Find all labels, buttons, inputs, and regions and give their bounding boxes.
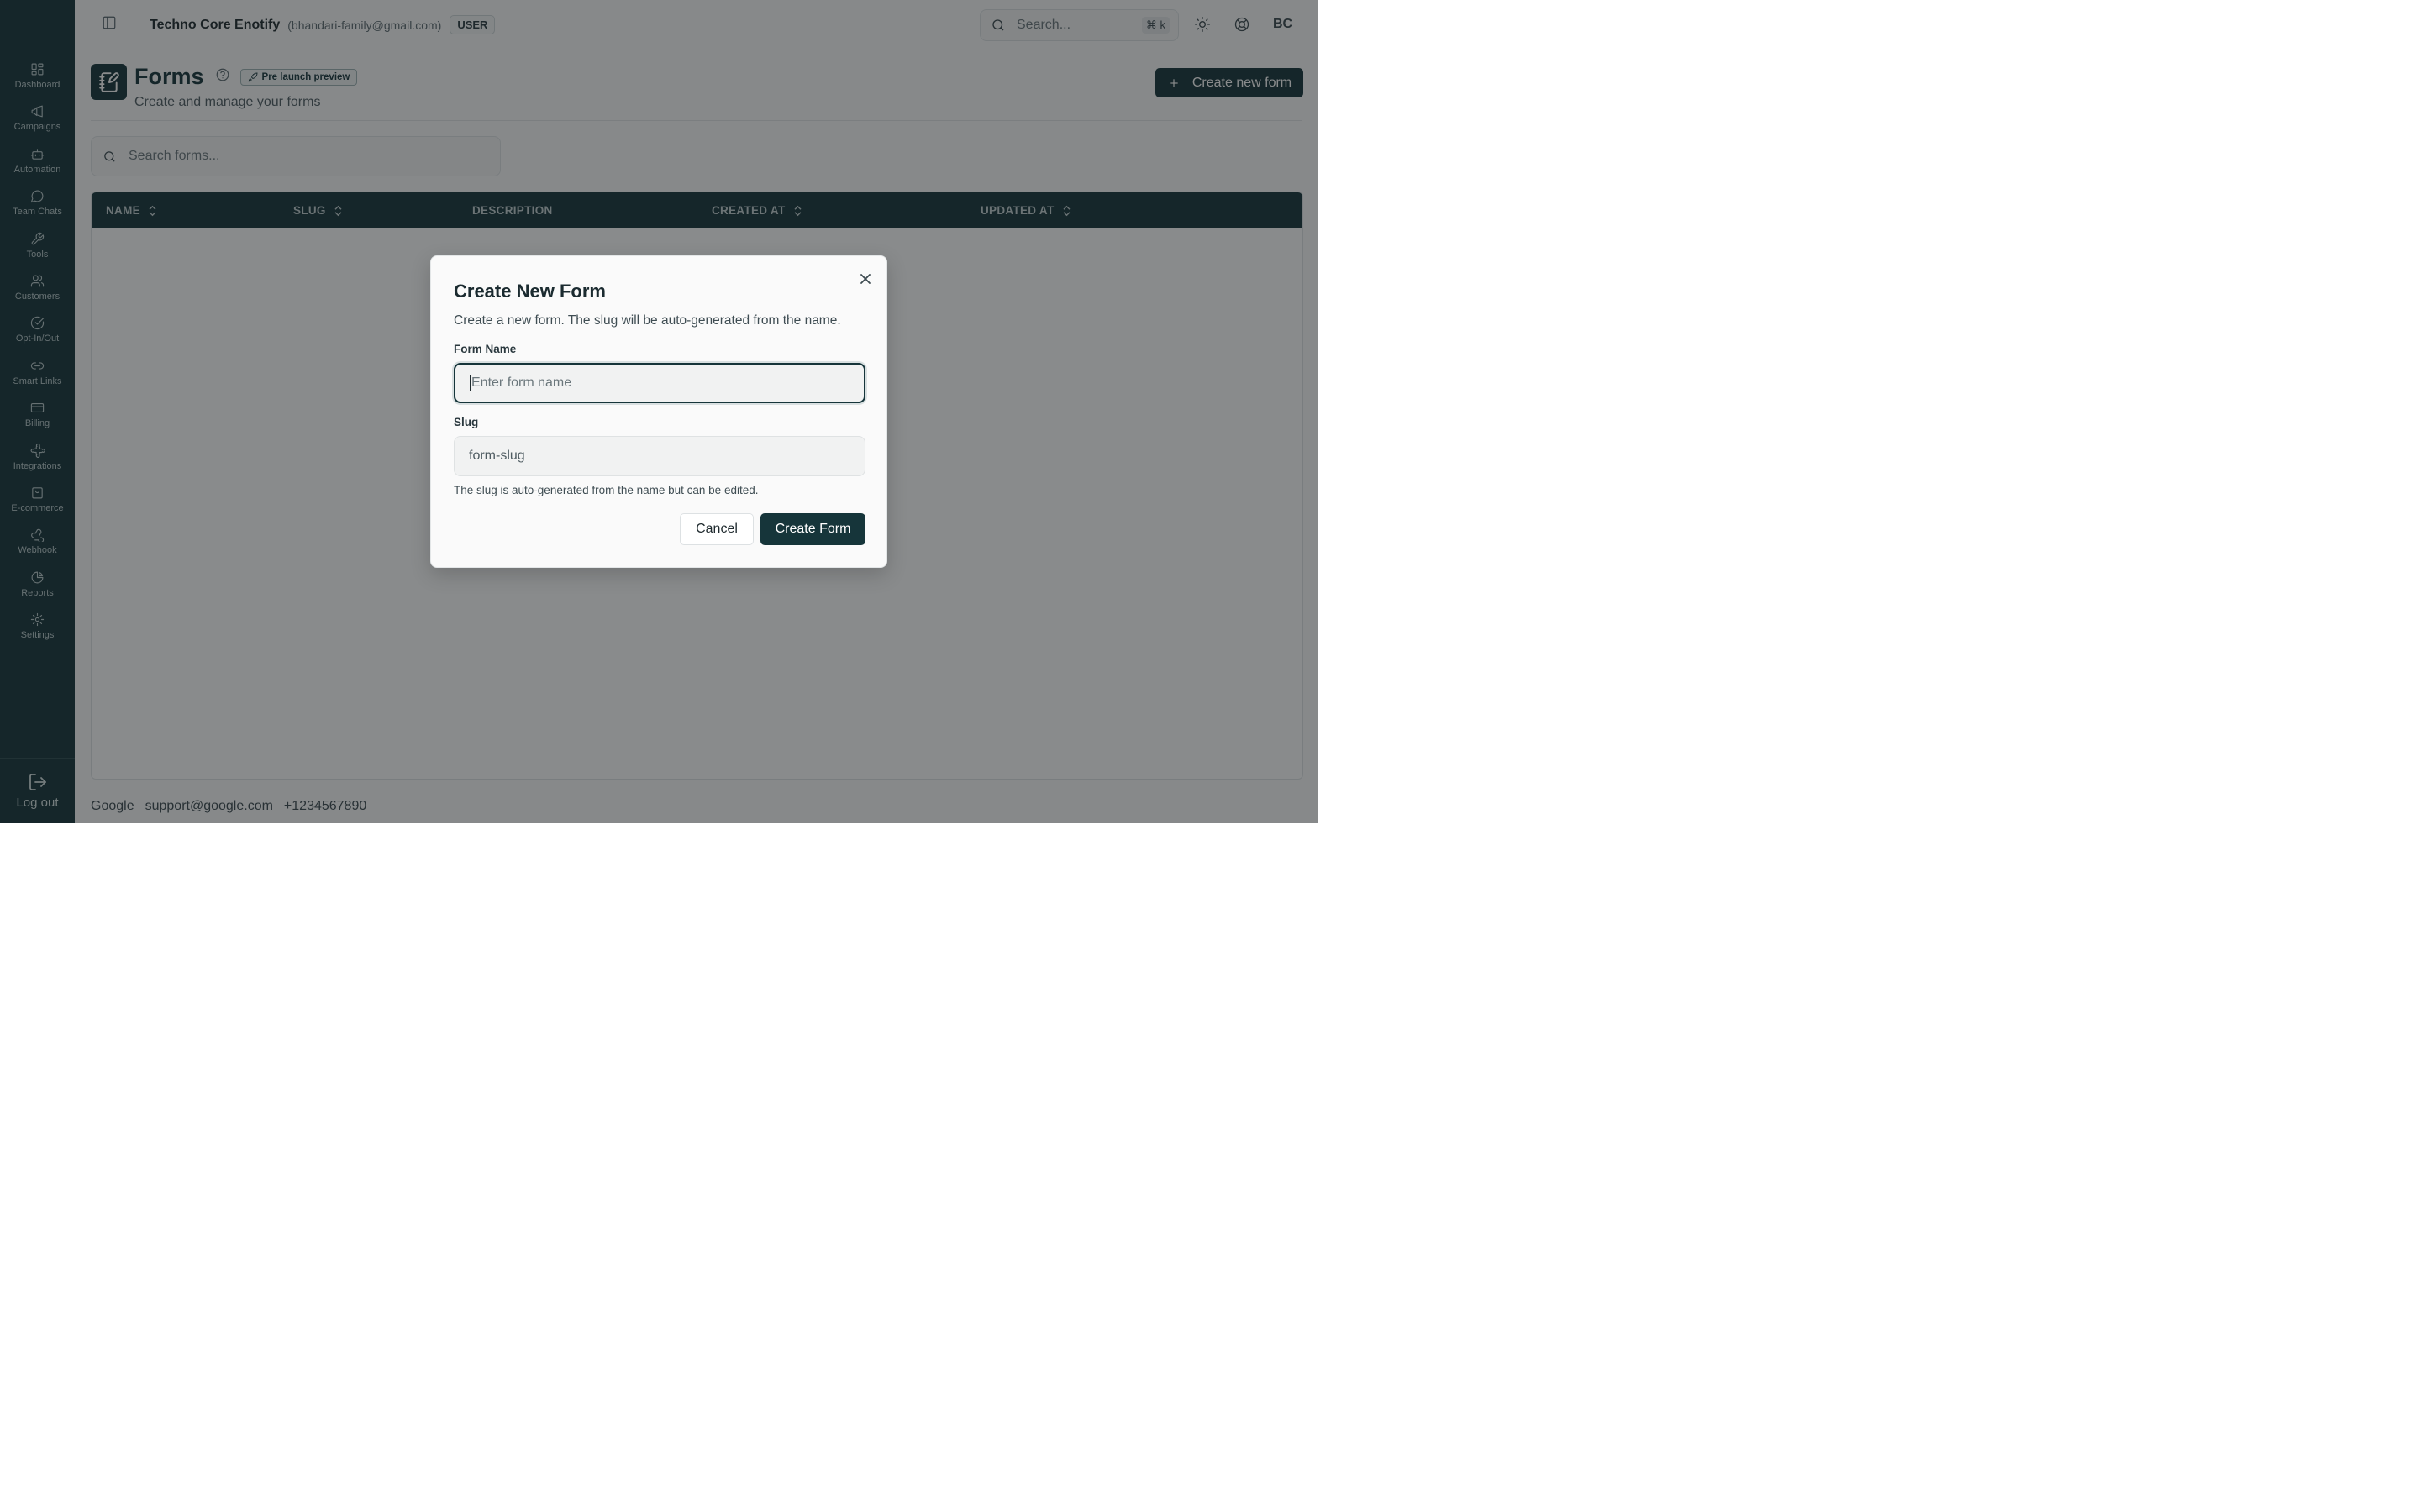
- form-name-input[interactable]: Enter form name: [454, 363, 865, 403]
- create-form-dialog: Create New Form Create a new form. The s…: [430, 255, 887, 568]
- slug-placeholder: form-slug: [469, 449, 525, 463]
- slug-label: Slug: [454, 416, 479, 428]
- slug-helper-text: The slug is auto-generated from the name…: [454, 484, 759, 496]
- close-button[interactable]: [860, 273, 871, 289]
- text-caret: [470, 375, 471, 391]
- dialog-description: Create a new form. The slug will be auto…: [454, 313, 841, 328]
- form-name-label: Form Name: [454, 343, 517, 355]
- slug-input[interactable]: form-slug: [454, 436, 865, 476]
- form-name-placeholder: Enter form name: [471, 375, 572, 390]
- cancel-button[interactable]: Cancel: [680, 513, 754, 545]
- close-icon: [860, 274, 871, 284]
- dialog-title: Create New Form: [454, 281, 606, 302]
- create-form-button[interactable]: Create Form: [760, 513, 865, 545]
